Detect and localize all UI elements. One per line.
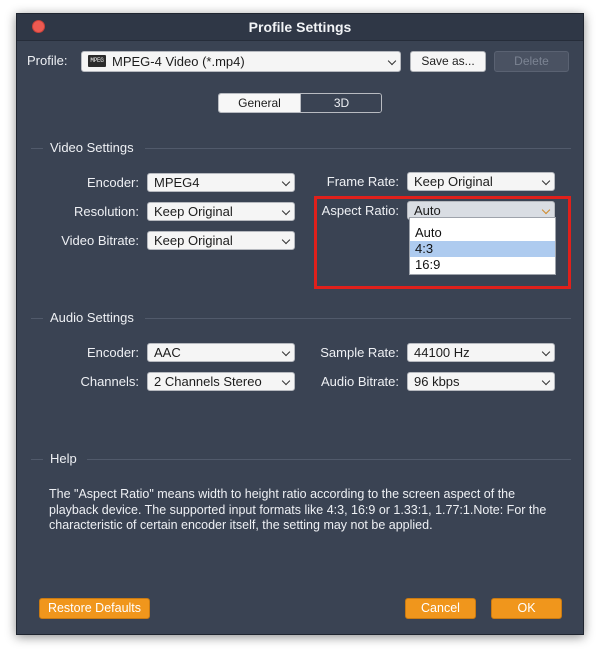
profile-settings-window: Profile Settings Profile: MPEG MPEG-4 Vi… [16, 13, 584, 635]
chevron-down-icon [281, 347, 291, 357]
profile-label: Profile: [27, 53, 68, 68]
tab-3d[interactable]: 3D [300, 94, 381, 112]
video-settings-title: Video Settings [50, 140, 134, 155]
audio-settings-divider [145, 318, 571, 319]
video-encoder-label: Encoder: [86, 175, 139, 190]
sample-rate-select[interactable]: 44100 Hz [407, 343, 555, 362]
audio-bitrate-select[interactable]: 96 kbps [407, 372, 555, 391]
audio-encoder-select[interactable]: AAC [147, 343, 295, 362]
chevron-down-icon [281, 177, 291, 187]
video-bitrate-label: Video Bitrate: [61, 233, 139, 248]
sample-rate-value: 44100 Hz [414, 345, 470, 360]
help-divider-left [31, 459, 43, 460]
resolution-value: Keep Original [154, 204, 233, 219]
video-encoder-value: MPEG4 [154, 175, 200, 190]
help-title: Help [50, 451, 77, 466]
channels-label: Channels: [80, 374, 139, 389]
help-text: The "Aspect Ratio" means width to height… [49, 487, 547, 532]
audio-settings-divider-left [31, 318, 43, 319]
audio-encoder-value: AAC [154, 345, 181, 360]
video-bitrate-select[interactable]: Keep Original [147, 231, 295, 250]
frame-rate-label: Frame Rate: [326, 174, 399, 189]
chevron-down-icon [541, 176, 551, 186]
chevron-down-icon [387, 56, 397, 66]
chevron-down-icon [281, 376, 291, 386]
mpeg-video-icon: MPEG [88, 55, 106, 67]
video-encoder-select[interactable]: MPEG4 [147, 173, 295, 192]
help-divider [87, 459, 571, 460]
sample-rate-label: Sample Rate: [320, 345, 399, 360]
profile-select-value: MPEG-4 Video (*.mp4) [112, 54, 245, 69]
frame-rate-value: Keep Original [414, 174, 493, 189]
cancel-button[interactable]: Cancel [405, 598, 476, 619]
delete-button[interactable]: Delete [494, 51, 569, 72]
chevron-down-icon [281, 235, 291, 245]
channels-value: 2 Channels Stereo [154, 374, 262, 389]
chevron-down-icon [541, 376, 551, 386]
aspect-ratio-highlight-box [314, 196, 571, 289]
title-bar: Profile Settings [17, 14, 583, 41]
video-settings-divider [145, 148, 571, 149]
video-settings-divider-left [31, 148, 43, 149]
chevron-down-icon [281, 206, 291, 216]
channels-select[interactable]: 2 Channels Stereo [147, 372, 295, 391]
audio-bitrate-value: 96 kbps [414, 374, 460, 389]
resolution-label: Resolution: [73, 204, 139, 219]
save-as-button[interactable]: Save as... [410, 51, 486, 72]
tab-bar: General 3D [218, 93, 382, 113]
profile-select[interactable]: MPEG MPEG-4 Video (*.mp4) [81, 51, 401, 72]
tab-general[interactable]: General [219, 94, 300, 112]
audio-encoder-label: Encoder: [86, 345, 139, 360]
chevron-down-icon [541, 347, 551, 357]
video-bitrate-value: Keep Original [154, 233, 233, 248]
resolution-select[interactable]: Keep Original [147, 202, 295, 221]
frame-rate-select[interactable]: Keep Original [407, 172, 555, 191]
restore-defaults-button[interactable]: Restore Defaults [39, 598, 150, 619]
audio-bitrate-label: Audio Bitrate: [320, 374, 399, 389]
audio-settings-title: Audio Settings [50, 310, 134, 325]
window-title: Profile Settings [248, 19, 352, 35]
ok-button[interactable]: OK [491, 598, 562, 619]
